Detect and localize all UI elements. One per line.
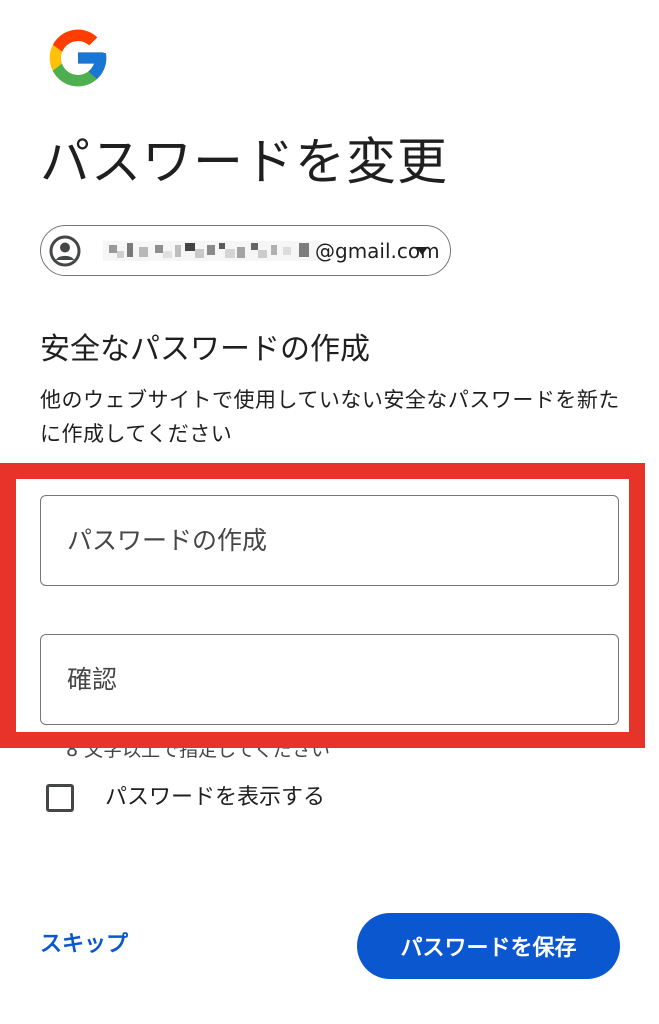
- caret-down-icon: [416, 247, 428, 255]
- skip-button[interactable]: スキップ: [40, 925, 128, 965]
- section-heading: 安全なパスワードの作成: [40, 332, 370, 367]
- account-selector-chip[interactable]: @gmail.com: [40, 225, 451, 276]
- save-password-button[interactable]: パスワードを保存: [357, 913, 620, 979]
- section-description: 他のウェブサイトで使用していない安全なパスワードを新たに作成してください: [40, 388, 620, 446]
- show-password-label: パスワードを表示する: [105, 785, 326, 810]
- confirm-password-input[interactable]: [40, 634, 619, 725]
- show-password-checkbox[interactable]: [46, 784, 74, 812]
- page-title: パスワードを変更: [40, 133, 448, 191]
- password-length-hint: 8 文字以上で指定してください: [66, 739, 330, 761]
- show-password-toggle[interactable]: パスワードを表示する: [44, 778, 364, 818]
- account-circle-icon: [49, 235, 81, 267]
- create-password-input[interactable]: [40, 495, 619, 586]
- google-g-logo-icon: [49, 29, 107, 87]
- masked-email-pixelation: [103, 241, 321, 261]
